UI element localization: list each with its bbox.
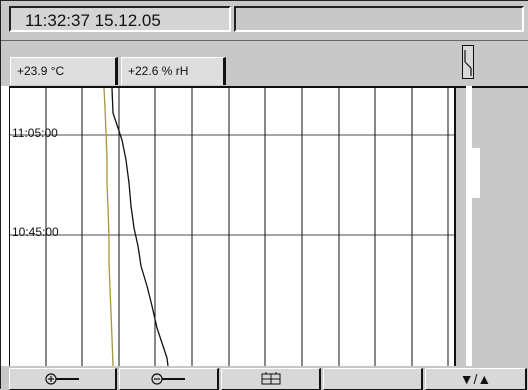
time-label-1: 11:05:00: [12, 126, 58, 140]
scroll-thumb[interactable]: [472, 148, 480, 198]
trend-chart-svg: [10, 88, 454, 366]
tab-humidity-label: +22.6 % rH: [128, 64, 189, 78]
zoom-out-button[interactable]: [119, 368, 219, 390]
scroll-up-down-button[interactable]: ▼/▲: [425, 368, 527, 390]
zoom-in-icon: [44, 373, 79, 385]
temperature-trace: [103, 88, 114, 366]
humidity-trace: [111, 88, 169, 366]
scroll-mode-icon[interactable]: [462, 45, 474, 79]
channel-tabs: +23.9 °C +22.6 % rH: [1, 41, 528, 86]
time-label-2: 10:45:00: [12, 225, 59, 239]
bottom-toolbar: ▼/▲: [1, 366, 528, 390]
tab-temperature-label: +23.9 °C: [17, 64, 65, 78]
tab-humidity[interactable]: +22.6 % rH: [121, 57, 226, 85]
empty-button[interactable]: [323, 368, 423, 390]
history-button[interactable]: [221, 368, 321, 390]
scroll-panel: [454, 86, 528, 368]
datetime-display: 11:32:37 15.12.05: [9, 6, 231, 32]
scroll-rail[interactable]: [466, 86, 472, 368]
title-bar: 11:32:37 15.12.05: [1, 1, 528, 41]
zoom-out-icon: [150, 373, 185, 385]
recorder-screen: 11:32:37 15.12.05 +23.9 °C +22.6 % rH 11…: [0, 0, 528, 390]
scroll-up-down-label: ▼/▲: [459, 371, 492, 387]
scroll-mode-glyph: [464, 50, 472, 76]
trend-chart: 11:05:00 10:45:00: [9, 86, 454, 366]
title-box: [234, 6, 524, 32]
tab-temperature[interactable]: +23.9 °C: [10, 57, 118, 85]
history-icon: [261, 372, 280, 385]
zoom-in-button[interactable]: [9, 368, 117, 390]
